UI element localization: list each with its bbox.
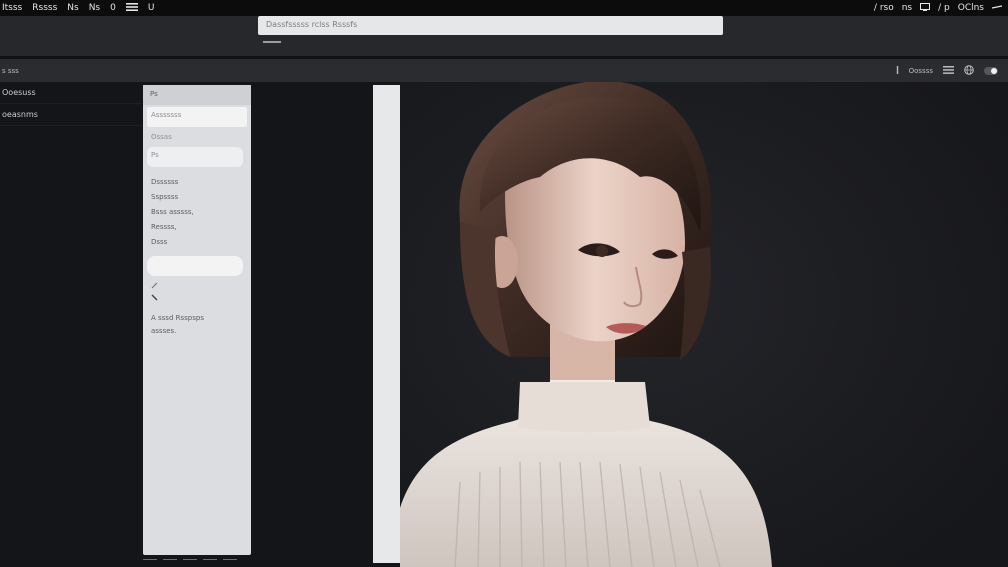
zoom-label[interactable]: Oossss [909, 67, 933, 75]
panel-option-5[interactable]: Dsss [143, 235, 251, 250]
menu-item-4[interactable]: Ns [89, 3, 100, 13]
split-handle[interactable] [373, 85, 400, 563]
panel-tick-icon[interactable] [143, 292, 251, 304]
portrait-image [400, 82, 1008, 567]
sidebar-item-2[interactable]: oeasnms [0, 104, 142, 126]
sidebar-item-1[interactable]: Ooesuss [0, 82, 142, 104]
menu-item-3[interactable]: Ns [67, 3, 78, 13]
panel-input-pill[interactable] [147, 256, 243, 276]
panel-note-line-1: A sssd Rsspsps [151, 314, 204, 322]
panel-option-2[interactable]: Sspssss [143, 190, 251, 205]
toolbar-marker-icon[interactable] [896, 65, 899, 76]
toolbar-path: s sss [2, 66, 19, 75]
panel-footer [143, 557, 255, 563]
address-bar[interactable]: Dassfsssss rclss Rsssfs [258, 16, 723, 35]
status-item-4[interactable]: / p [938, 3, 950, 13]
menu-item-1[interactable]: Itsss [2, 3, 22, 13]
panel-field-3[interactable]: Ps [147, 147, 243, 167]
hamburger-icon[interactable] [125, 2, 138, 14]
menu-item-6[interactable]: U [148, 3, 155, 13]
status-item-2[interactable]: ns [902, 3, 912, 13]
menu-item-2[interactable]: Rssss [32, 3, 57, 13]
status-item-1[interactable]: / rso [874, 3, 894, 13]
panel-option-1[interactable]: Dssssss [143, 175, 251, 190]
minimize-icon[interactable] [991, 3, 1003, 13]
header-divider [263, 41, 281, 43]
toolbar: s sss Oossss [0, 59, 1008, 82]
settings-panel: Ps Asssssss Ossas Ps Dssssss Sspssss Bss… [143, 85, 251, 555]
panel-option-3[interactable]: Bsss asssss, [143, 205, 251, 220]
panel-field-1[interactable]: Asssssss [147, 107, 247, 127]
theme-toggle[interactable] [984, 66, 998, 75]
status-item-5[interactable]: OClns [958, 3, 984, 13]
menu-item-5[interactable]: 0 [110, 3, 116, 13]
sidebar: Ooesuss oeasnms [0, 82, 142, 567]
display-icon[interactable] [920, 2, 931, 14]
panel-option-4[interactable]: Ressss, [143, 220, 251, 235]
panel-note: A sssd Rsspsps assses. [143, 304, 251, 338]
header: Dassfsssss rclss Rsssfs [0, 16, 1008, 56]
panel-header: Ps [143, 85, 251, 105]
image-canvas[interactable] [400, 82, 1008, 567]
panel-note-line-2: assses. [151, 327, 177, 335]
globe-icon[interactable] [964, 64, 974, 77]
list-icon[interactable] [943, 65, 954, 76]
panel-field-2[interactable]: Ossas [147, 129, 247, 147]
menu-bar: Itsss Rssss Ns Ns 0 U / rso ns / p OClns [0, 0, 1008, 16]
panel-check-icon[interactable] [143, 276, 251, 292]
